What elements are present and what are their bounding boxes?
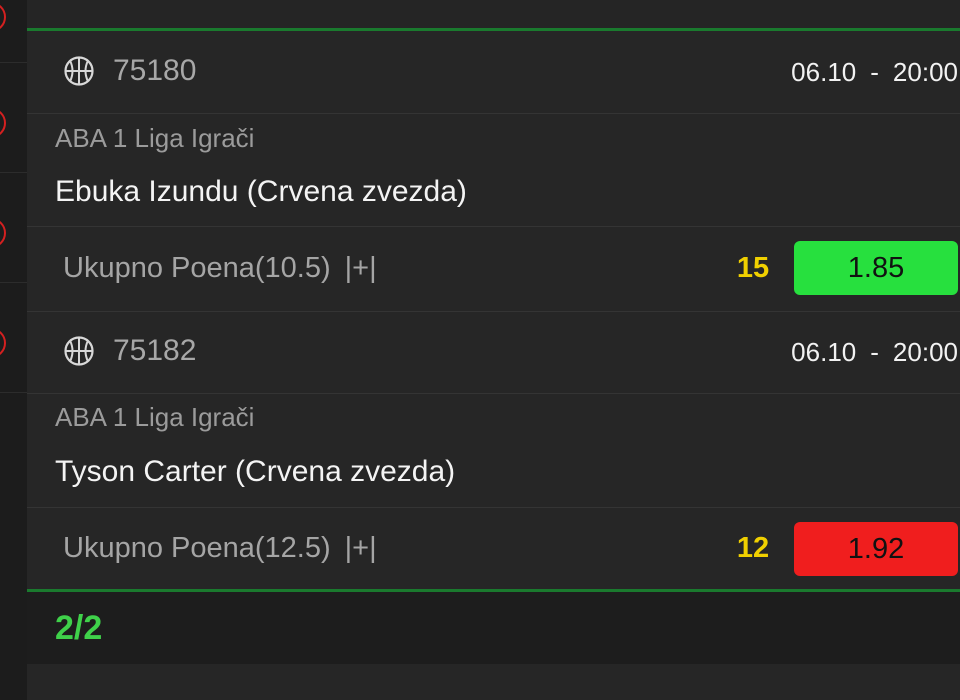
ticket-footer: 2/2 bbox=[27, 592, 960, 664]
selection-label: |+| bbox=[344, 532, 377, 564]
ticket-page: 75180 06.10-20:00 ABA 1 Liga Igrači Ebuk… bbox=[0, 0, 960, 700]
left-rail bbox=[0, 0, 27, 700]
rail-divider bbox=[0, 172, 27, 173]
bet-count: 2/2 bbox=[55, 609, 103, 647]
match-time: 20:00 bbox=[892, 57, 958, 87]
result-value: 12 bbox=[736, 532, 770, 564]
bet-card[interactable]: 75182 06.10-20:00 ABA 1 Liga Igrači Tyso… bbox=[27, 312, 960, 592]
row-divider bbox=[27, 113, 960, 114]
match-id: 75180 bbox=[113, 54, 197, 87]
selection-label: |+| bbox=[344, 252, 377, 284]
row-divider bbox=[27, 393, 960, 394]
market-name: Ukupno Poena(10.5) bbox=[63, 252, 331, 284]
rail-divider bbox=[0, 62, 27, 63]
rail-divider bbox=[0, 282, 27, 283]
odd-button[interactable]: 1.92 bbox=[794, 522, 958, 576]
rail-divider bbox=[0, 392, 27, 393]
bottom-strip bbox=[27, 664, 960, 700]
ticket-panel: 75180 06.10-20:00 ABA 1 Liga Igrači Ebuk… bbox=[27, 0, 960, 700]
market-name: Ukupno Poena(12.5) bbox=[63, 532, 331, 564]
market-label: Ukupno Poena(12.5) |+| bbox=[63, 529, 377, 567]
match-time: 20:00 bbox=[892, 337, 958, 367]
status-circle-icon[interactable] bbox=[0, 328, 6, 358]
player-name: Tyson Carter (Crvena zvezda) bbox=[55, 455, 456, 488]
match-date: 06.10 bbox=[791, 57, 857, 87]
result-value: 15 bbox=[736, 252, 770, 284]
league-name: ABA 1 Liga Igrači bbox=[55, 402, 255, 432]
status-circle-icon[interactable] bbox=[0, 218, 6, 248]
league-name: ABA 1 Liga Igrači bbox=[55, 123, 255, 153]
row-divider bbox=[27, 226, 960, 227]
market-label: Ukupno Poena(10.5) |+| bbox=[63, 249, 377, 287]
odd-button[interactable]: 1.85 bbox=[794, 241, 958, 295]
top-strip bbox=[27, 0, 960, 28]
row-divider bbox=[27, 507, 960, 508]
match-datetime: 06.10-20:00 bbox=[791, 57, 958, 87]
bet-card[interactable]: 75180 06.10-20:00 ABA 1 Liga Igrači Ebuk… bbox=[27, 31, 960, 311]
player-name: Ebuka Izundu (Crvena zvezda) bbox=[55, 175, 467, 208]
match-datetime: 06.10-20:00 bbox=[791, 337, 958, 367]
match-date: 06.10 bbox=[791, 337, 857, 367]
basketball-icon bbox=[64, 336, 94, 366]
status-circle-icon[interactable] bbox=[0, 108, 6, 138]
match-id: 75182 bbox=[113, 334, 197, 367]
basketball-icon bbox=[64, 56, 94, 86]
status-circle-icon[interactable] bbox=[0, 2, 6, 32]
